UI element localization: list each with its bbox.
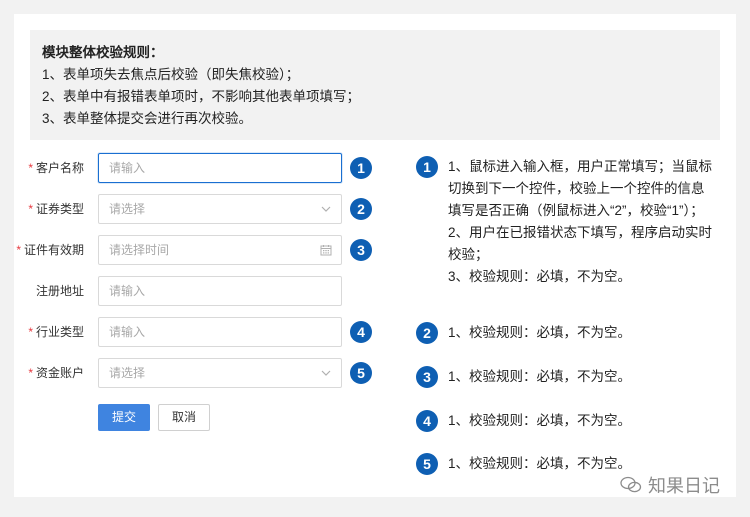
form-row-registered-address: 注册地址 请输入 [0,276,380,306]
badge-4: 4 [350,321,372,343]
chevron-down-icon [321,370,331,376]
submit-button[interactable]: 提交 [98,404,150,431]
form-row-industry-type: * 行业类型 请输入 4 [0,317,380,347]
calendar-icon [320,245,332,256]
rules-title: 模块整体校验规则： [42,45,164,60]
form-row-customer-name: * 客户名称 请输入 1 [0,153,380,183]
field-label: * 资金账户 [28,366,84,380]
note-line: 1、鼠标进入输入框，用户正常填写；当鼠标切换到下一个控件，校验上一个控件的信息填… [448,159,713,218]
watermark-text: 知果日记 [648,476,720,496]
chat-bubble-icon [620,476,642,493]
rules-line: 3、表单整体提交会进行再次校验。 [42,111,253,126]
badge-1: 1 [350,157,372,179]
id-validity-date-picker[interactable]: 请选择时间 [98,235,342,265]
security-type-select[interactable]: 请选择 [98,194,342,224]
field-label: * 证券类型 [28,202,84,216]
note-line: 3、校验规则：必填，不为空。 [448,269,632,284]
required-mark: * [28,161,33,175]
rules-panel: 模块整体校验规则： 1、表单项失去焦点后校验（即失焦校验）； 2、表单中有报错表… [30,30,720,140]
field-label: 注册地址 [35,284,84,298]
note-line: 1、校验规则：必填，不为空。 [448,413,632,428]
field-label: * 行业类型 [28,325,84,339]
industry-type-input[interactable]: 请输入 [98,317,342,347]
registered-address-input[interactable]: 请输入 [98,276,342,306]
badge-4: 4 [416,410,438,432]
chevron-down-icon [321,206,331,212]
required-mark: * [28,366,33,380]
required-mark: * [28,202,33,216]
rules-line: 2、表单中有报错表单项时，不影响其他表单项填写； [42,89,361,104]
form-row-security-type: * 证券类型 请选择 2 [0,194,380,224]
note-4: 4 1、校验规则：必填，不为空。 [416,410,716,432]
note-line: 1、校验规则：必填，不为空。 [448,369,632,384]
form-row-id-validity: * 证件有效期 请选择时间 3 [0,235,380,265]
badge-5: 5 [350,362,372,384]
fund-account-select[interactable]: 请选择 [98,358,342,388]
badge-3: 3 [416,366,438,388]
required-mark: * [28,325,33,339]
note-2: 2 1、校验规则：必填，不为空。 [416,322,716,344]
note-line: 2、用户在已报错状态下填写，程序启动实时校验； [448,225,713,262]
badge-2: 2 [416,322,438,344]
badge-2: 2 [350,198,372,220]
note-1: 1 1、鼠标进入输入框，用户正常填写；当鼠标切换到下一个控件，校验上一个控件的信… [416,156,716,288]
badge-3: 3 [350,239,372,261]
badge-5: 5 [416,453,438,475]
field-label: * 客户名称 [28,161,84,175]
watermark: 知果日记 [620,472,720,498]
field-label: * 证件有效期 [16,243,84,257]
required-mark: * [16,243,21,257]
note-3: 3 1、校验规则：必填，不为空。 [416,366,716,388]
badge-1: 1 [416,156,438,178]
note-line: 1、校验规则：必填，不为空。 [448,325,632,340]
rules-line: 1、表单项失去焦点后校验（即失焦校验）； [42,67,300,82]
form-row-fund-account: * 资金账户 请选择 5 [0,358,380,388]
customer-name-input[interactable]: 请输入 [98,153,342,183]
cancel-button[interactable]: 取消 [158,404,210,431]
